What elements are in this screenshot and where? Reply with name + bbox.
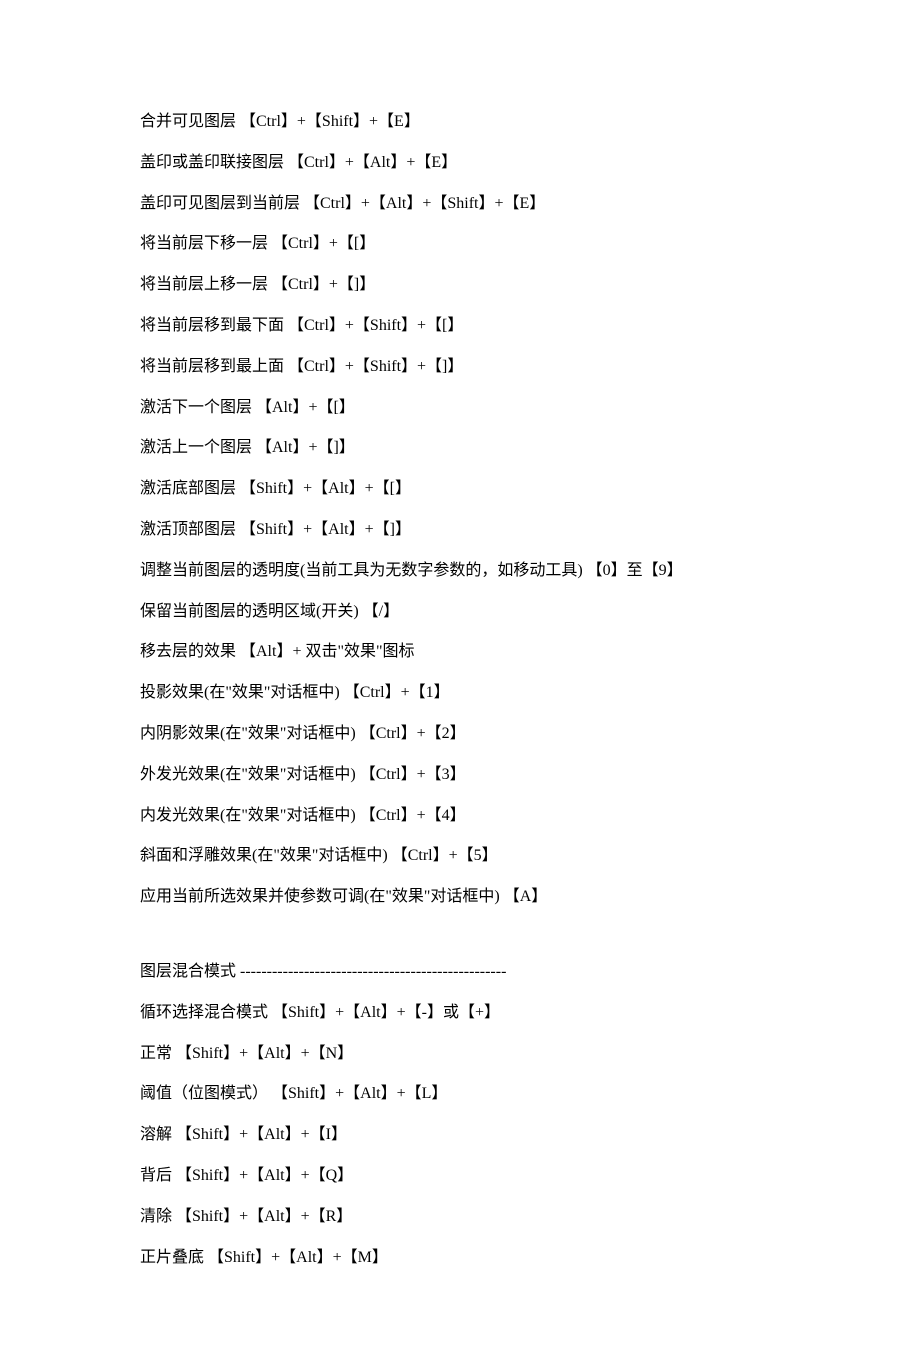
lines_block2-line: 背后 【Shift】+【Alt】+【Q】	[140, 1164, 780, 1189]
lines_block1-line: 合并可见图层 【Ctrl】+【Shift】+【E】	[140, 110, 780, 135]
lines_block1-line: 将当前层下移一层 【Ctrl】+【[】	[140, 232, 780, 257]
lines_block1-line: 投影效果(在"效果"对话框中) 【Ctrl】+【1】	[140, 681, 780, 706]
lines_block1-line: 将当前层移到最上面 【Ctrl】+【Shift】+【]】	[140, 355, 780, 380]
lines_block1-line: 保留当前图层的透明区域(开关) 【/】	[140, 600, 780, 625]
lines_block1-line: 将当前层移到最下面 【Ctrl】+【Shift】+【[】	[140, 314, 780, 339]
lines_block1-line: 盖印可见图层到当前层 【Ctrl】+【Alt】+【Shift】+【E】	[140, 192, 780, 217]
lines_block1-line: 激活下一个图层 【Alt】+【[】	[140, 396, 780, 421]
lines_block1-line: 激活底部图层 【Shift】+【Alt】+【[】	[140, 477, 780, 502]
lines_block2-line: 正片叠底 【Shift】+【Alt】+【M】	[140, 1246, 780, 1271]
lines_block1-line: 内发光效果(在"效果"对话框中) 【Ctrl】+【4】	[140, 804, 780, 829]
shortcut-block-layers: 合并可见图层 【Ctrl】+【Shift】+【E】盖印或盖印联接图层 【Ctrl…	[140, 110, 780, 910]
lines_block1-line: 移去层的效果 【Alt】+ 双击"效果"图标	[140, 640, 780, 665]
lines_block1-line: 调整当前图层的透明度(当前工具为无数字参数的，如移动工具) 【0】至【9】	[140, 559, 780, 584]
lines_block2-line: 溶解 【Shift】+【Alt】+【I】	[140, 1123, 780, 1148]
lines_block1-line: 应用当前所选效果并使参数可调(在"效果"对话框中) 【A】	[140, 885, 780, 910]
lines_block1-line: 将当前层上移一层 【Ctrl】+【]】	[140, 273, 780, 298]
section-spacer	[140, 926, 780, 960]
lines_block1-line: 盖印或盖印联接图层 【Ctrl】+【Alt】+【E】	[140, 151, 780, 176]
lines_block2-line: 正常 【Shift】+【Alt】+【N】	[140, 1042, 780, 1067]
lines_block1-line: 斜面和浮雕效果(在"效果"对话框中) 【Ctrl】+【5】	[140, 844, 780, 869]
lines_block2-line: 阈值（位图模式） 【Shift】+【Alt】+【L】	[140, 1082, 780, 1107]
lines_block2-line: 清除 【Shift】+【Alt】+【R】	[140, 1205, 780, 1230]
lines_block1-line: 外发光效果(在"效果"对话框中) 【Ctrl】+【3】	[140, 763, 780, 788]
lines_block2-line: 图层混合模式 ---------------------------------…	[140, 960, 780, 985]
lines_block1-line: 激活上一个图层 【Alt】+【]】	[140, 436, 780, 461]
lines_block1-line: 内阴影效果(在"效果"对话框中) 【Ctrl】+【2】	[140, 722, 780, 747]
lines_block1-line: 激活顶部图层 【Shift】+【Alt】+【]】	[140, 518, 780, 543]
lines_block2-line: 循环选择混合模式 【Shift】+【Alt】+【-】或【+】	[140, 1001, 780, 1026]
shortcut-block-blendmodes: 图层混合模式 ---------------------------------…	[140, 960, 780, 1270]
document-page: 合并可见图层 【Ctrl】+【Shift】+【E】盖印或盖印联接图层 【Ctrl…	[0, 0, 920, 1366]
